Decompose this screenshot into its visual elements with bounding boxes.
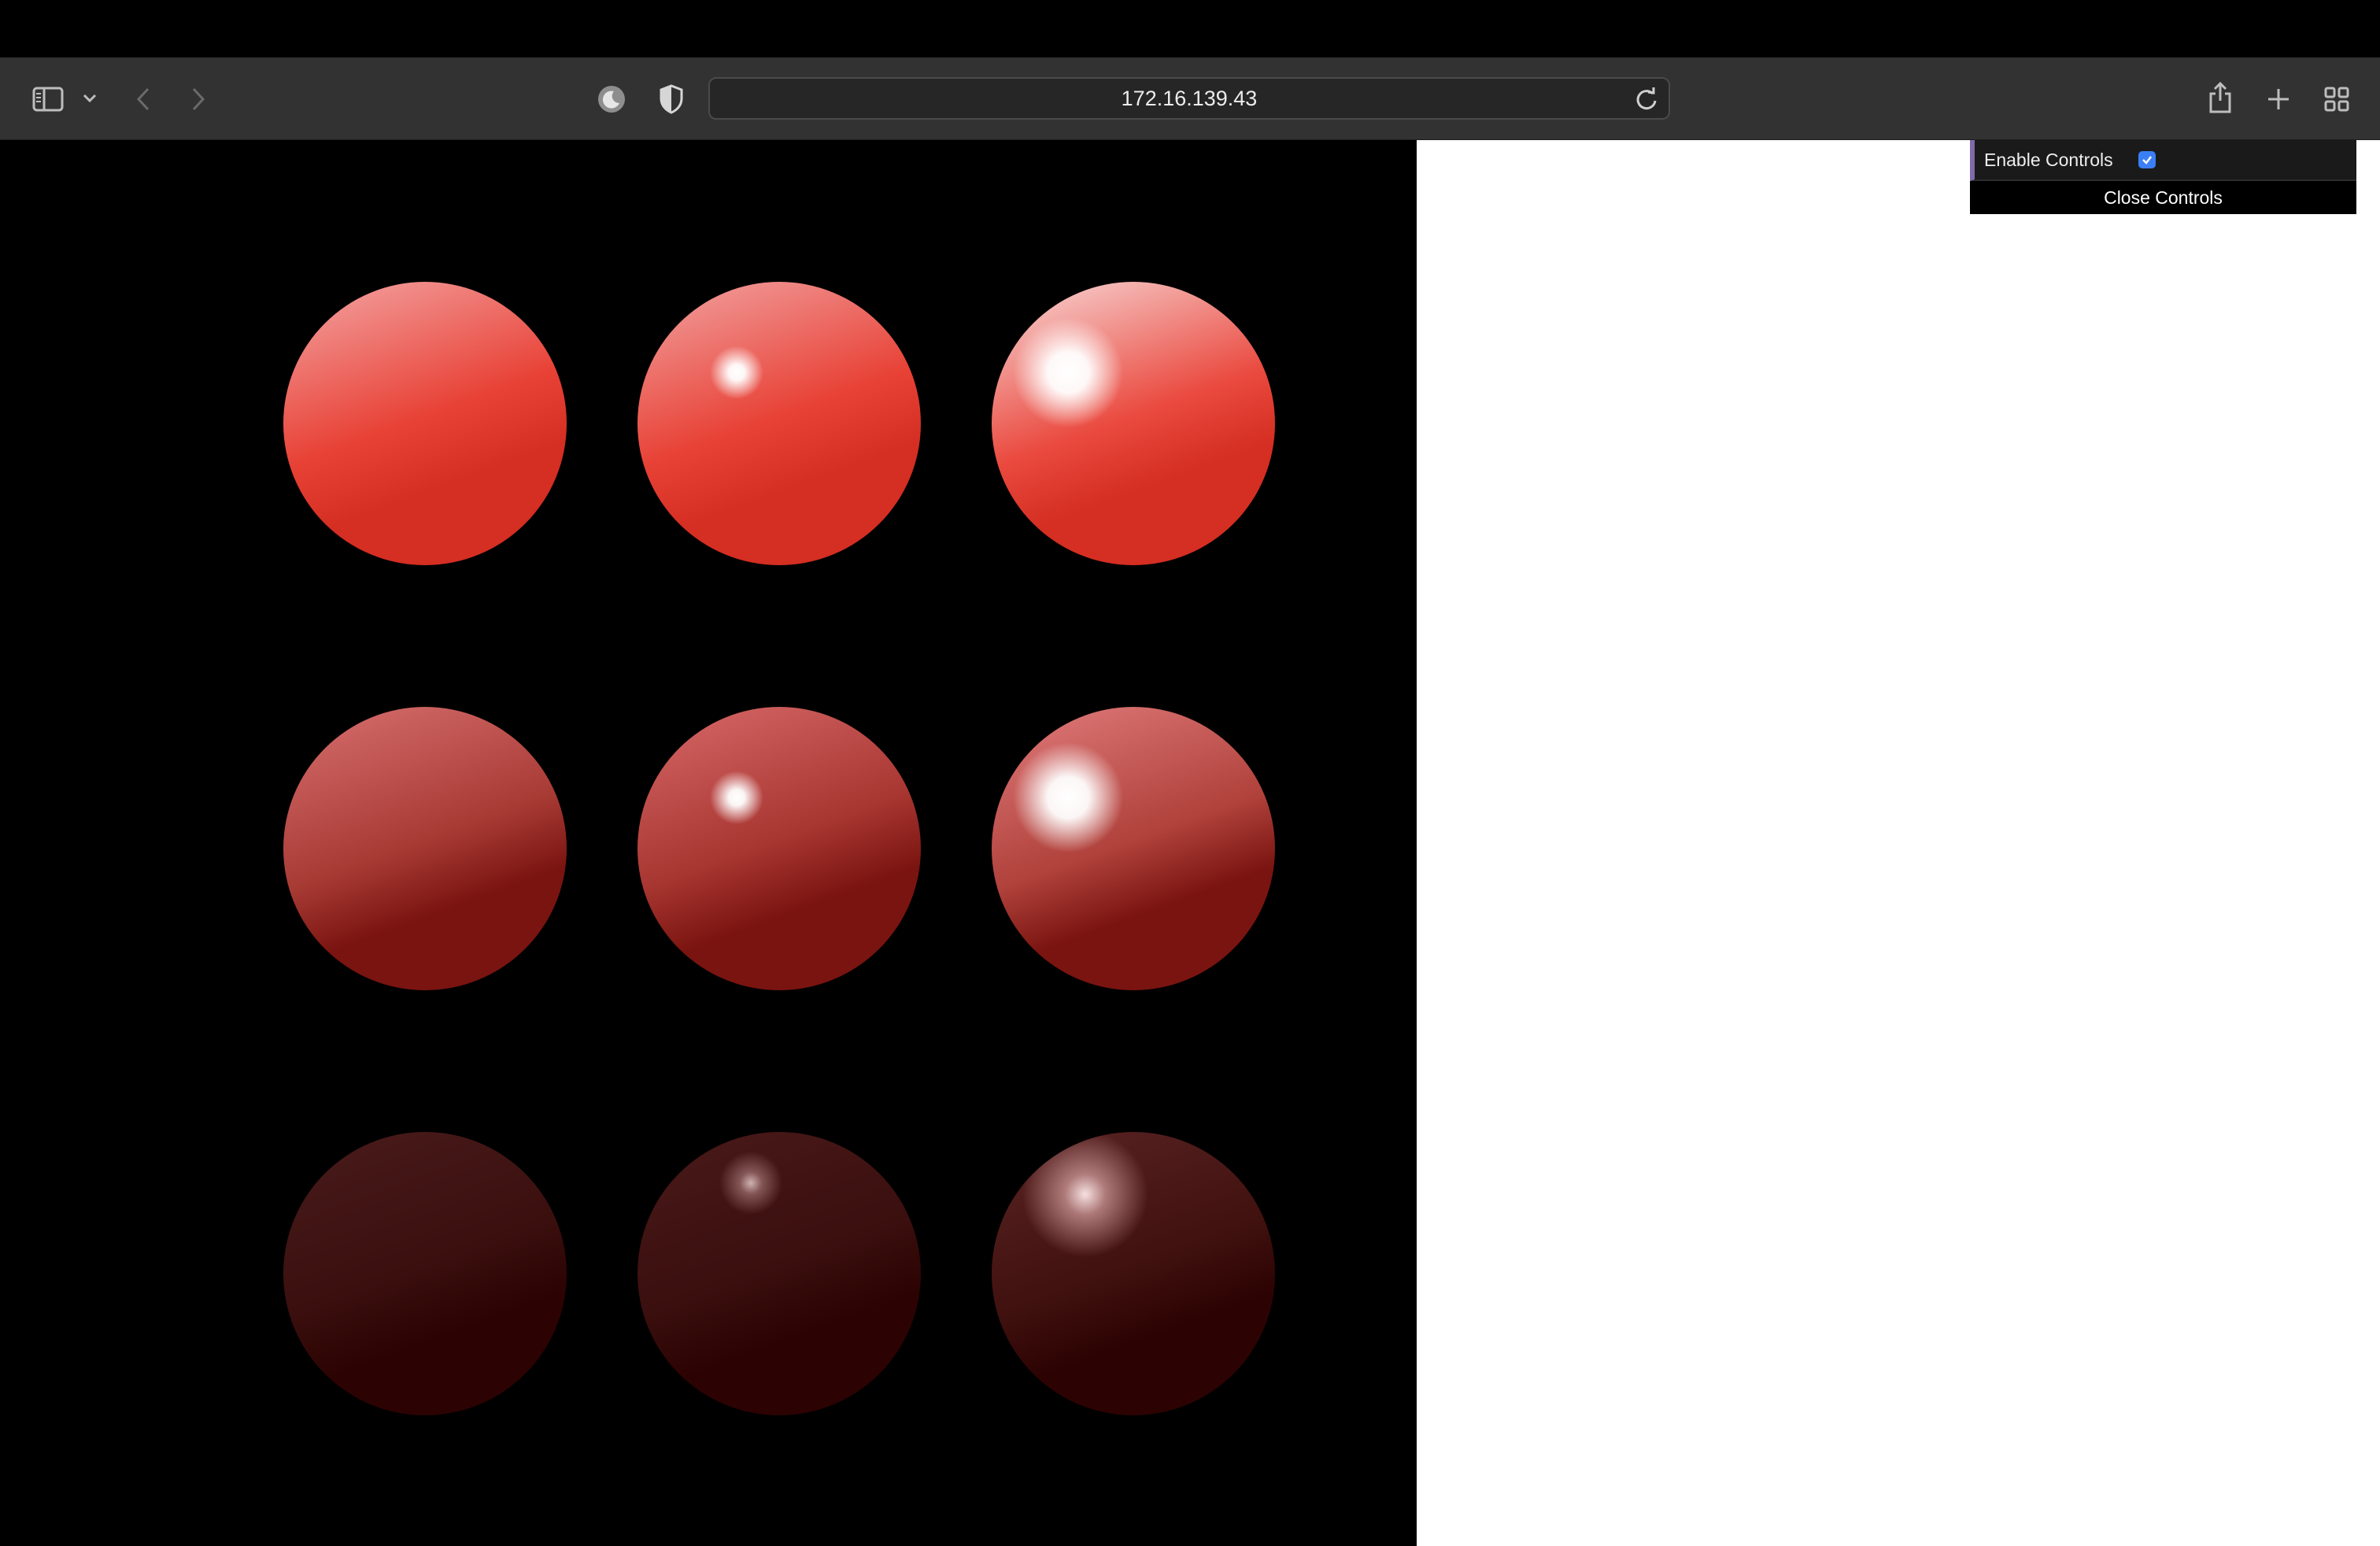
enable-controls-label: Enable Controls	[1984, 149, 2113, 170]
window-top-strip	[0, 0, 2380, 57]
checkmark-icon	[2142, 156, 2152, 165]
shield-icon[interactable]	[655, 81, 688, 117]
sphere-r3-c3	[992, 1132, 1275, 1415]
controls-panel: Enable Controls Close Controls	[1970, 140, 2356, 214]
enable-controls-checkbox[interactable]	[2138, 151, 2156, 168]
chevron-down-icon[interactable]	[79, 87, 101, 109]
forward-arrow-icon[interactable]	[186, 83, 211, 116]
url-text[interactable]: 172.16.139.43	[710, 79, 1669, 118]
sidebar-icon[interactable]	[30, 81, 66, 117]
browser-toolbar: 172.16.139.43	[0, 57, 2380, 140]
sphere-r1-c2	[638, 282, 921, 565]
sphere-r2-c1	[283, 707, 567, 990]
page-content: Enable Controls Close Controls	[0, 140, 2380, 1546]
sphere-r2-c3	[992, 707, 1275, 990]
sphere-r1-c3	[992, 282, 1275, 565]
moon-icon[interactable]	[595, 83, 628, 116]
back-arrow-icon[interactable]	[131, 83, 156, 116]
close-controls-button[interactable]: Close Controls	[1970, 181, 2356, 214]
sphere-r3-c1	[283, 1132, 567, 1415]
sphere-r3-c2	[638, 1132, 921, 1415]
enable-controls-row[interactable]: Enable Controls	[1970, 140, 2356, 181]
plus-icon[interactable]	[2262, 83, 2295, 116]
render-canvas[interactable]	[0, 140, 1417, 1546]
sphere-r2-c2	[638, 707, 921, 990]
address-bar[interactable]: 172.16.139.43	[708, 77, 1670, 120]
share-icon[interactable]	[2204, 78, 2237, 117]
grid-icon[interactable]	[2320, 83, 2353, 116]
sphere-r1-c1	[283, 282, 567, 565]
reload-icon[interactable]	[1632, 85, 1661, 113]
